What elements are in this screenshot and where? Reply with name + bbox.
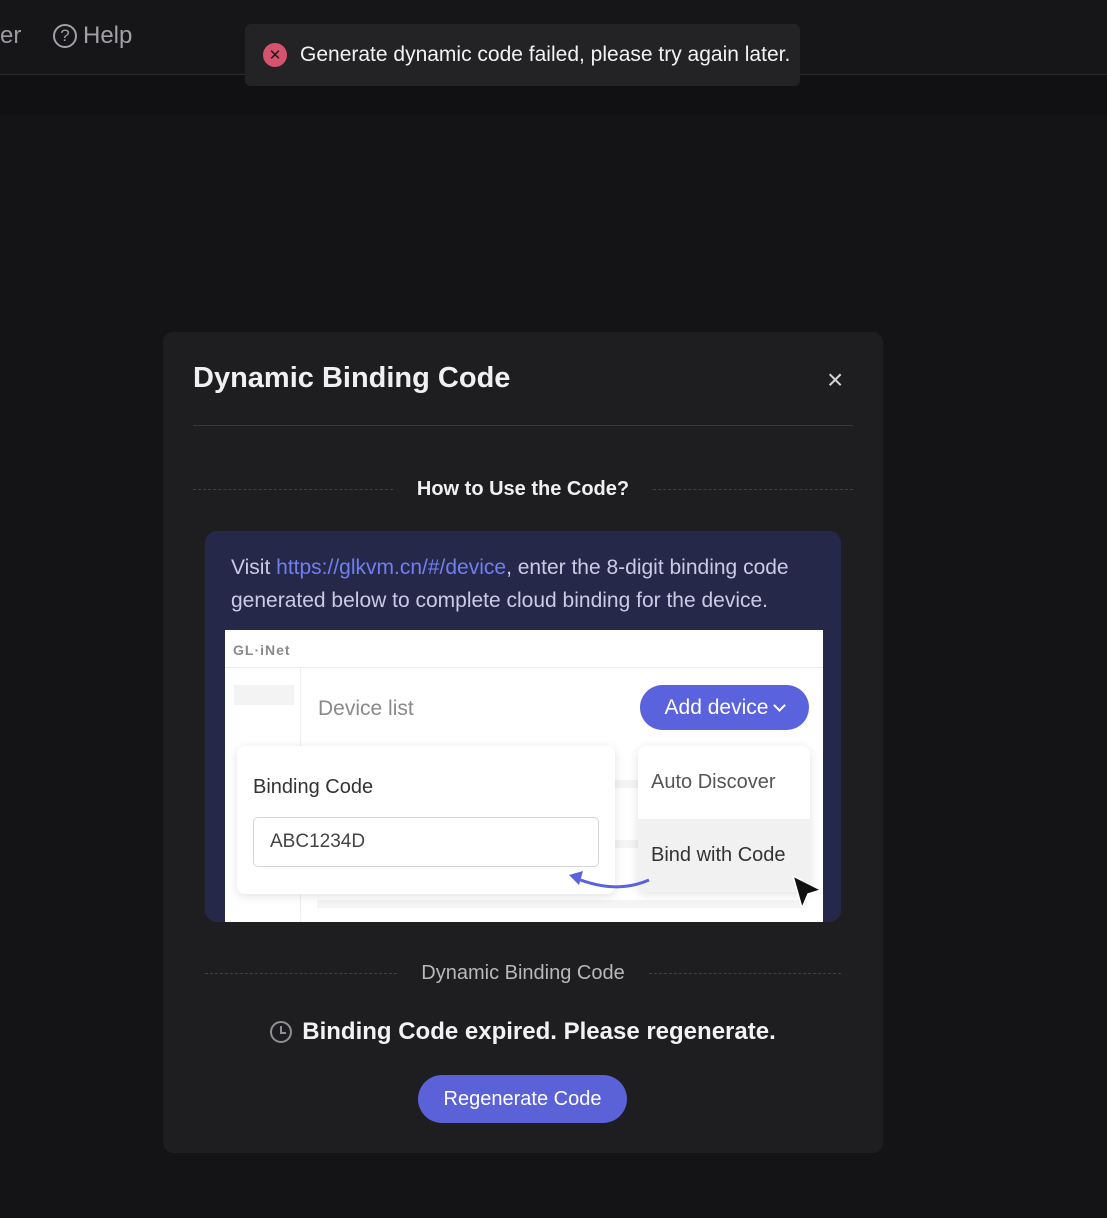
device-page-link[interactable]: https://glkvm.cn/#/device	[276, 556, 506, 579]
sidebar-placeholder	[234, 685, 294, 705]
error-x-icon: ✕	[263, 43, 287, 67]
how-to-section-header: How to Use the Code?	[193, 478, 854, 501]
list-placeholder-row	[317, 900, 807, 908]
instructions-panel: Visit https://glkvm.cn/#/device, enter t…	[205, 531, 841, 922]
instructions-text: Visit https://glkvm.cn/#/device, enter t…	[231, 551, 821, 617]
close-icon[interactable]: ×	[827, 364, 843, 396]
menu-item-auto-discover: Auto Discover	[651, 771, 776, 793]
regenerate-code-button[interactable]: Regenerate Code	[418, 1075, 627, 1123]
binding-code-dialog: Dynamic Binding Code × How to Use the Co…	[163, 332, 883, 1153]
add-device-label: Add device	[664, 695, 769, 719]
expired-status-text: Binding Code expired. Please regenerate.	[302, 1018, 776, 1045]
question-circle-icon: ?	[53, 24, 77, 48]
binding-code-label: Binding Code	[253, 776, 374, 798]
dialog-title: Dynamic Binding Code	[193, 362, 511, 394]
device-list-title: Device list	[318, 697, 414, 720]
expired-status: Binding Code expired. Please regenerate.	[163, 1018, 883, 1046]
add-device-button: Add device	[640, 685, 809, 730]
code-section-title: Dynamic Binding Code	[421, 962, 625, 984]
divider-line-right	[648, 973, 841, 974]
curved-arrow-icon	[569, 871, 650, 889]
help-link[interactable]: ? Help	[53, 22, 132, 50]
toast-message: Generate dynamic code failed, please try…	[300, 43, 791, 66]
clock-icon	[270, 1021, 293, 1043]
illustration-header: GL·iNet	[225, 630, 823, 668]
instructions-prefix: Visit	[231, 556, 277, 579]
help-label: Help	[83, 22, 133, 49]
code-section-header: Dynamic Binding Code	[205, 962, 841, 985]
mouse-cursor-icon	[791, 874, 824, 911]
menu-item-bind-with-code: Bind with Code	[638, 819, 810, 892]
error-toast: ✕ Generate dynamic code failed, please t…	[245, 24, 800, 86]
binding-illustration: GL·iNet Device list Add device Binding C…	[225, 630, 824, 922]
nav-item-partial[interactable]: er	[0, 22, 21, 50]
brand-logo: GL·iNet	[233, 642, 291, 658]
divider-line-left	[205, 973, 398, 974]
divider-line-right	[653, 489, 854, 490]
add-device-dropdown: Auto Discover Bind with Code	[638, 746, 810, 892]
chevron-down-icon	[773, 698, 787, 712]
title-divider	[193, 425, 853, 426]
how-to-title: How to Use the Code?	[416, 478, 630, 500]
divider-line-left	[193, 489, 393, 490]
binding-code-field: ABC1234D	[253, 817, 599, 867]
